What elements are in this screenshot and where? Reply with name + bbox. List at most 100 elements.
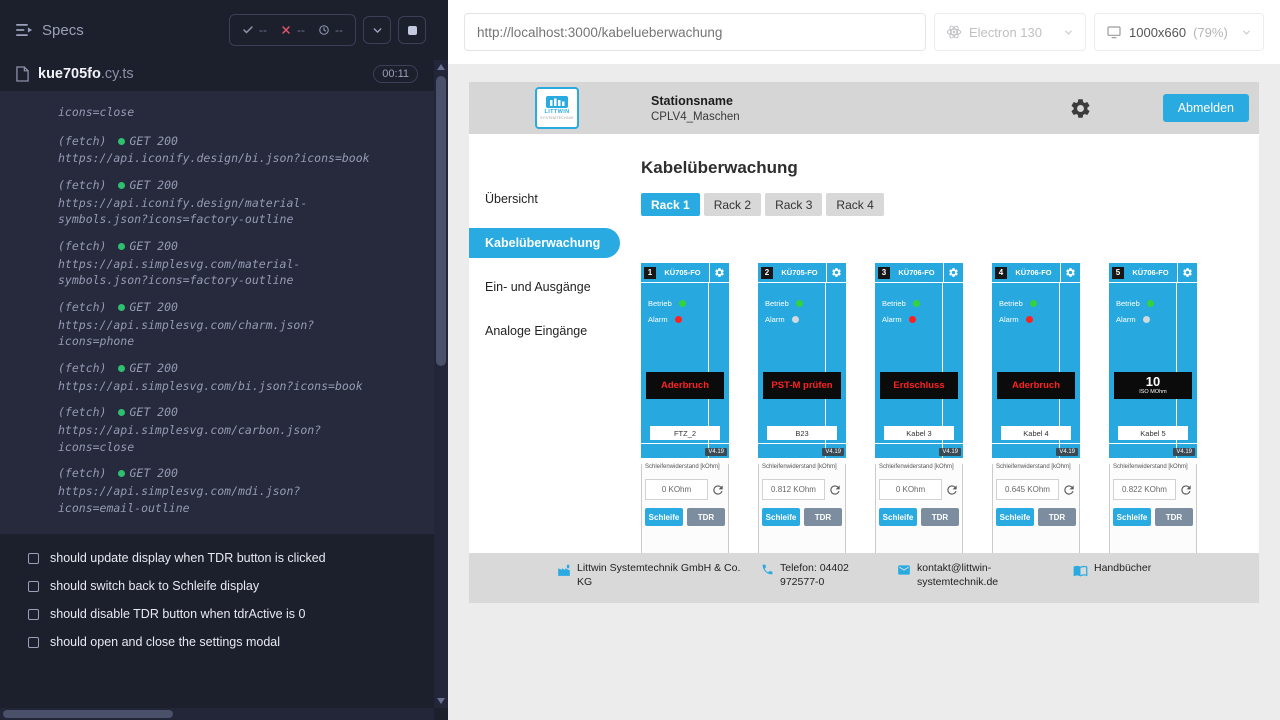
viewport-size: 1000x660 bbox=[1129, 25, 1186, 40]
app-header: LITTWIN SYSTEMTECHNIK Stationsname CPLV4… bbox=[469, 82, 1259, 134]
station-value: CPLV4_Maschen bbox=[651, 111, 740, 123]
test-item[interactable]: should disable TDR button when tdrActive… bbox=[0, 600, 434, 628]
device-cards: 1 KÜ705-FO Betrieb Alarm Aderbruch FTZ_2… bbox=[641, 263, 1241, 556]
stage: http://localhost:3000/kabelueberwachung … bbox=[448, 0, 1280, 720]
card-top: 5 KÜ706-FO Betrieb Alarm 10 ISO MOhm bbox=[1109, 263, 1197, 458]
sidebar-item-kabelueberwachung[interactable]: Kabelüberwachung bbox=[469, 228, 620, 258]
scrollbar-thumb[interactable] bbox=[436, 76, 446, 366]
scroll-down-arrow[interactable] bbox=[437, 698, 445, 704]
card-settings-button[interactable] bbox=[1060, 263, 1080, 282]
rack-tabs: Rack 1 Rack 2 Rack 3 Rack 4 bbox=[641, 193, 1241, 216]
panel-label: Schleifenwiderstand [kOhm] bbox=[996, 464, 1076, 470]
divider bbox=[641, 443, 729, 444]
alarm-led bbox=[1026, 316, 1033, 323]
measurement-value: 0.645 KOhm bbox=[996, 479, 1059, 500]
schleife-button[interactable]: Schleife bbox=[879, 508, 917, 526]
runner-header: Specs -- -- -- bbox=[0, 0, 448, 60]
refresh-icon bbox=[1062, 483, 1076, 497]
tab-rack-3[interactable]: Rack 3 bbox=[765, 193, 822, 216]
cable-name-field: FTZ_2 bbox=[650, 426, 720, 440]
tab-rack-1[interactable]: Rack 1 bbox=[641, 193, 700, 216]
card-settings-button[interactable] bbox=[709, 263, 729, 282]
card-settings-button[interactable] bbox=[826, 263, 846, 282]
panel-label: Schleifenwiderstand [kOhm] bbox=[645, 464, 725, 470]
test-item[interactable]: should switch back to Schleife display bbox=[0, 572, 434, 600]
schleife-button[interactable]: Schleife bbox=[1113, 508, 1151, 526]
button-row: Schleife TDR bbox=[879, 508, 959, 526]
sidebar-item-uebersicht[interactable]: Übersicht bbox=[469, 184, 623, 214]
tab-rack-4[interactable]: Rack 4 bbox=[826, 193, 883, 216]
spec-timer: 00:11 bbox=[373, 65, 418, 83]
refresh-icon bbox=[711, 483, 725, 497]
scrollbar-thumb[interactable] bbox=[3, 710, 173, 718]
chevron-down-icon bbox=[371, 24, 384, 37]
cable-name-field: B23 bbox=[767, 426, 837, 440]
log-entry[interactable]: (fetch)GET 200 https://api.simplesvg.com… bbox=[58, 238, 374, 289]
card-number: 5 bbox=[1112, 267, 1124, 279]
footer-email[interactable]: kontakt@littwin-systemtechnik.de bbox=[897, 562, 1059, 589]
version-badge: V4.19 bbox=[939, 448, 961, 456]
factory-icon bbox=[557, 563, 571, 577]
device-card: 1 KÜ705-FO Betrieb Alarm Aderbruch FTZ_2… bbox=[641, 263, 729, 556]
log-entry[interactable]: (fetch)GET 200 https://api.simplesvg.com… bbox=[58, 404, 374, 455]
url-input[interactable]: http://localhost:3000/kabelueberwachung bbox=[464, 13, 926, 51]
measurement-value: 0.822 KOhm bbox=[1113, 479, 1176, 500]
log-entry[interactable]: (fetch)GET 200 https://api.simplesvg.com… bbox=[58, 360, 374, 394]
card-panel: Schleifenwiderstand [kOhm] 0.822 KOhm Sc… bbox=[1109, 464, 1197, 556]
tdr-button[interactable]: TDR bbox=[921, 508, 959, 526]
littwin-logo-icon bbox=[546, 96, 568, 108]
tdr-button[interactable]: TDR bbox=[1155, 508, 1193, 526]
x-icon bbox=[280, 24, 292, 36]
tab-rack-2[interactable]: Rack 2 bbox=[704, 193, 761, 216]
sidebar-item-analoge-eingaenge[interactable]: Analoge Eingänge bbox=[469, 316, 623, 346]
test-list: should update display when TDR button is… bbox=[0, 544, 448, 656]
log-entry[interactable]: (fetch)GET 200 https://api.iconify.desig… bbox=[58, 177, 374, 228]
test-item[interactable]: should update display when TDR button is… bbox=[0, 544, 434, 572]
log-entry[interactable]: (fetch)GET 200 https://api.iconify.desig… bbox=[58, 133, 374, 167]
collapse-button[interactable] bbox=[363, 16, 391, 44]
log-entry[interactable]: (fetch)GET 200 https://api.simplesvg.com… bbox=[58, 465, 374, 516]
spec-name: kue705fo.cy.ts bbox=[38, 66, 134, 82]
browser-select[interactable]: Electron 130 bbox=[934, 13, 1086, 51]
logout-button[interactable]: Abmelden bbox=[1163, 94, 1249, 122]
settings-gear-button[interactable] bbox=[1069, 96, 1093, 120]
stop-button[interactable] bbox=[398, 16, 426, 44]
refresh-button[interactable] bbox=[945, 483, 959, 497]
test-stats: -- -- -- bbox=[229, 14, 356, 46]
schleife-button[interactable]: Schleife bbox=[996, 508, 1034, 526]
spec-row[interactable]: kue705fo.cy.ts 00:11 bbox=[0, 60, 448, 91]
card-settings-button[interactable] bbox=[943, 263, 963, 282]
tdr-button[interactable]: TDR bbox=[687, 508, 725, 526]
divider bbox=[992, 443, 1080, 444]
alert-display: Erdschluss bbox=[880, 372, 958, 399]
viewport-select[interactable]: 1000x660 (79%) bbox=[1094, 13, 1264, 51]
clock-icon bbox=[318, 24, 330, 36]
divider bbox=[1109, 443, 1197, 444]
sidebar-item-ein-und-ausgaenge[interactable]: Ein- und Ausgänge bbox=[469, 272, 623, 302]
electron-icon bbox=[946, 24, 962, 40]
status-betrieb: Betrieb bbox=[1109, 299, 1197, 308]
status-betrieb: Betrieb bbox=[875, 299, 963, 308]
test-item[interactable]: should open and close the settings modal bbox=[0, 628, 434, 656]
card-panel: Schleifenwiderstand [kOhm] 0.645 KOhm Sc… bbox=[992, 464, 1080, 556]
browser-name: Electron 130 bbox=[969, 25, 1042, 40]
horizontal-scrollbar[interactable] bbox=[0, 708, 434, 720]
specs-menu-button[interactable]: Specs bbox=[16, 22, 84, 39]
tdr-button[interactable]: TDR bbox=[804, 508, 842, 526]
refresh-button[interactable] bbox=[1062, 483, 1076, 497]
log-entry[interactable]: (fetch)GET 200 https://api.simplesvg.com… bbox=[58, 299, 374, 350]
refresh-button[interactable] bbox=[828, 483, 842, 497]
betrieb-led bbox=[796, 300, 803, 307]
footer-manuals-link[interactable]: Handbücher bbox=[1073, 562, 1151, 578]
scroll-up-arrow[interactable] bbox=[437, 64, 445, 70]
logo-subtext: SYSTEMTECHNIK bbox=[540, 116, 574, 120]
tdr-button[interactable]: TDR bbox=[1038, 508, 1076, 526]
card-number: 4 bbox=[995, 267, 1007, 279]
spec-file-icon bbox=[16, 66, 29, 82]
schleife-button[interactable]: Schleife bbox=[762, 508, 800, 526]
refresh-button[interactable] bbox=[1179, 483, 1193, 497]
card-settings-button[interactable] bbox=[1177, 263, 1197, 282]
refresh-button[interactable] bbox=[711, 483, 725, 497]
schleife-button[interactable]: Schleife bbox=[645, 508, 683, 526]
vertical-scrollbar[interactable] bbox=[434, 60, 448, 708]
